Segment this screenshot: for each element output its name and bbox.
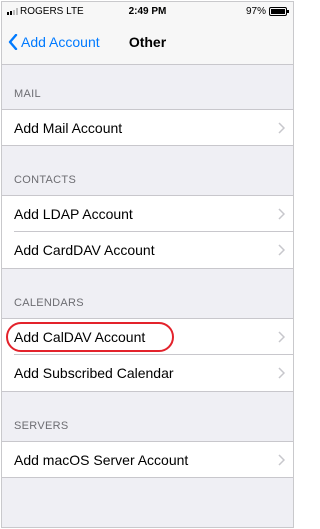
chevron-right-icon xyxy=(278,454,285,466)
add-caldav-account-row[interactable]: Add CalDAV Account xyxy=(2,318,293,355)
chevron-right-icon xyxy=(278,244,285,256)
add-ldap-account-row[interactable]: Add LDAP Account xyxy=(2,195,293,232)
navigation-bar: Add Account Other xyxy=(2,22,293,65)
add-carddav-account-row[interactable]: Add CardDAV Account xyxy=(2,232,293,269)
page-title: Other xyxy=(128,34,167,50)
add-subscribed-calendar-row[interactable]: Add Subscribed Calendar xyxy=(2,355,293,392)
row-label: Add CardDAV Account xyxy=(14,242,155,258)
battery-percent: 97% xyxy=(245,6,266,17)
add-mail-account-row[interactable]: Add Mail Account xyxy=(2,109,293,146)
status-right: 97% xyxy=(245,6,289,17)
row-label: Add CalDAV Account xyxy=(14,329,146,345)
row-label: Add macOS Server Account xyxy=(14,452,189,468)
section-header-contacts: CONTACTS xyxy=(14,174,77,186)
row-label: Add LDAP Account xyxy=(14,206,133,222)
section-header-mail: MAIL xyxy=(14,88,41,100)
section-header-calendars: CALENDARS xyxy=(14,297,84,309)
add-macos-server-account-row[interactable]: Add macOS Server Account xyxy=(2,441,293,478)
phone-screen: ROGERS LTE 2:49 PM 97% Add Account Other… xyxy=(1,1,294,528)
chevron-right-icon xyxy=(278,331,285,343)
chevron-right-icon xyxy=(278,122,285,134)
chevron-right-icon xyxy=(278,208,285,220)
battery-icon xyxy=(269,7,289,16)
status-bar: ROGERS LTE 2:49 PM 97% xyxy=(2,2,293,22)
section-header-servers: SERVERS xyxy=(14,420,69,432)
row-label: Add Mail Account xyxy=(14,120,123,136)
row-label: Add Subscribed Calendar xyxy=(14,365,174,381)
chevron-right-icon xyxy=(278,367,285,379)
